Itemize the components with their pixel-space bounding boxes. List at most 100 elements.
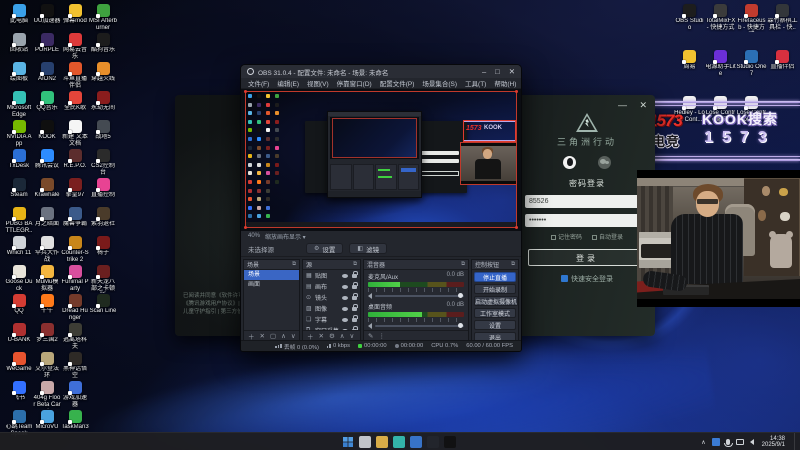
desktop-icon[interactable]: 游戏加速器 — [61, 380, 89, 409]
lock-icon[interactable] — [352, 271, 358, 278]
source-item[interactable]: ❏ 字幕 — [303, 314, 360, 325]
quick-safe-login-link[interactable]: 快速安全登录 — [525, 274, 649, 284]
visibility-eye-icon[interactable] — [342, 328, 348, 330]
visibility-eye-icon[interactable] — [342, 306, 348, 311]
desktop-icon[interactable]: 魔兽争霸 — [61, 206, 89, 235]
desktop-icon[interactable]: 弹幕mod — [61, 3, 89, 32]
password-login-tab[interactable]: 密码登录 — [525, 178, 649, 189]
desktop-icon[interactable]: 逃离塔科夫 — [61, 322, 89, 351]
desktop-icon[interactable]: 全民K歌 — [61, 90, 89, 119]
scene-toolbar-button[interactable]: ＋ — [248, 331, 255, 341]
desktop-icon[interactable]: 艾尔登法环 — [33, 351, 61, 380]
desktop-icon[interactable]: 穿越火线 — [89, 61, 117, 90]
desktop-icon[interactable]: 伞兵大作战 — [33, 235, 61, 264]
menu-item[interactable]: 停靠窗口(D) — [337, 78, 372, 88]
visibility-eye-icon[interactable] — [342, 295, 348, 300]
desktop-icon[interactable]: 梦三国2 — [33, 322, 61, 351]
menu-item[interactable]: 帮助(H) — [494, 78, 516, 88]
menu-item[interactable]: 工具(T) — [465, 78, 486, 88]
remember-password-checkbox[interactable]: 记住密码 — [550, 232, 582, 241]
settings-button[interactable]: 设置 — [474, 320, 516, 330]
desktop-icon[interactable]: Scan Line — [89, 293, 117, 322]
desktop-icon[interactable]: KOOK — [33, 119, 61, 148]
desktop-icon[interactable]: 飞书 — [5, 380, 33, 409]
visibility-eye-icon[interactable] — [342, 317, 348, 322]
launcher-close-button[interactable]: ✕ — [639, 100, 647, 110]
menu-item[interactable]: 视图(V) — [307, 78, 329, 88]
scene-toolbar-button[interactable]: ∨ — [291, 332, 296, 340]
scene-toolbar-button[interactable]: ∧ — [281, 332, 286, 340]
qq-login-icon[interactable] — [563, 156, 576, 169]
mixer-toolbar-button[interactable]: ⋮ — [378, 332, 385, 340]
source-toolbar-button[interactable]: ＋ — [307, 331, 314, 341]
taskbar-icon-explorer[interactable] — [376, 436, 388, 448]
desktop-icon[interactable]: 酷狗音乐 — [89, 32, 117, 61]
selection-handle[interactable] — [244, 226, 247, 229]
stop-streaming-button[interactable]: 停止直播 — [474, 272, 516, 282]
desktop-icon[interactable]: 绘图板 — [5, 61, 33, 90]
tray-obs-icon[interactable] — [711, 438, 720, 446]
desktop-icon[interactable]: 404g Floor Beta Card — [33, 380, 61, 409]
desktop-icon[interactable]: OBS Studio — [674, 3, 705, 49]
desktop-icon[interactable]: Which 11 — [5, 235, 33, 264]
scene-toolbar-button[interactable]: ▢ — [270, 332, 276, 340]
show-desktop-button[interactable] — [794, 433, 796, 450]
desktop-icon[interactable]: TotalMixFX - 快捷方式 — [705, 3, 736, 49]
desktop-icon[interactable]: CS2控制台 — [89, 148, 117, 177]
desktop-icon[interactable]: Microsoft Edge — [5, 90, 33, 119]
source-item[interactable]: ⊙ 镜头 — [303, 292, 360, 303]
desktop-icon[interactable]: 网易云音乐 — [61, 32, 89, 61]
desktop-icon[interactable]: 腾讯会议 — [33, 148, 61, 177]
selection-handle[interactable] — [515, 226, 518, 229]
start-recording-button[interactable]: 开始录制 — [474, 284, 516, 294]
desktop-icon[interactable]: PURPLE — [33, 32, 61, 61]
lock-icon[interactable] — [352, 293, 358, 300]
source-item[interactable]: ▨ 图像 — [303, 303, 360, 314]
dock-popout-icon[interactable]: ⧉ — [511, 261, 515, 268]
source-toolbar-button[interactable]: ∨ — [350, 332, 355, 340]
desktop-icon[interactable]: MuMu模拟器 — [33, 264, 61, 293]
desktop-icon[interactable]: 直播伴侣 — [767, 49, 798, 95]
volume-slider[interactable] — [375, 293, 464, 298]
menu-item[interactable]: 文件(F) — [248, 78, 269, 88]
visibility-eye-icon[interactable] — [342, 273, 348, 278]
desktop-icon[interactable]: 紫羽退社 — [89, 206, 117, 235]
desktop-icon[interactable]: 永劫无间 — [89, 90, 117, 119]
desktop-icon[interactable]: Steam — [5, 177, 33, 206]
desktop-icon[interactable]: 森竹察棋工具栏 - 快.. — [767, 3, 798, 49]
desktop-icon[interactable]: Firefaceusb - 快捷方式 — [736, 3, 767, 49]
desktop-icon[interactable]: 千牛 — [33, 293, 61, 322]
password-input[interactable]: ••••••• — [525, 214, 643, 227]
taskbar-icon-obs[interactable] — [427, 436, 439, 448]
source-toolbar-button[interactable]: ⚙ — [329, 332, 335, 340]
lock-icon[interactable] — [352, 326, 358, 330]
desktop-icon[interactable]: 直播控制 — [89, 177, 117, 206]
speaker-icon[interactable] — [368, 323, 372, 329]
desktop-icon[interactable]: Krawhale — [33, 177, 61, 206]
start-virtual-camera-button[interactable]: 启动虚拟摄像机 — [474, 296, 518, 306]
obs-titlebar[interactable]: OBS 31.0.4 - 配置文件: 未命名 - 场景: 未命名 – □ ✕ — [241, 65, 521, 78]
obs-preview-canvas[interactable]: 1573 KOOK — [241, 89, 521, 231]
tray-volume-icon[interactable] — [749, 439, 754, 445]
taskbar-icon-kook[interactable] — [444, 436, 456, 448]
desktop-icon[interactable]: Dread Hunger — [61, 293, 89, 322]
mixer-toolbar-button[interactable]: ✎ — [368, 332, 373, 340]
desktop-icon[interactable]: 电源助手Lite — [705, 49, 736, 95]
launcher-minimize-button[interactable]: — — [618, 100, 627, 110]
desktop-icon[interactable]: Goose Duck — [5, 264, 33, 293]
dock-popout-icon[interactable]: ⧉ — [292, 261, 296, 268]
dock-popout-icon[interactable]: ⧉ — [353, 261, 357, 268]
desktop-icon[interactable]: MSI Afterburner — [89, 3, 117, 32]
tray-network-icon[interactable] — [735, 439, 744, 445]
obs-close-button[interactable]: ✕ — [509, 67, 515, 76]
desktop-icon[interactable]: WeGame — [5, 351, 33, 380]
desktop-icon[interactable]: 新天龙八部之卡顿版 — [89, 264, 117, 293]
obs-minimize-button[interactable]: – — [482, 67, 486, 76]
source-item[interactable]: ▤ 画布 — [303, 281, 360, 292]
desktop-icon[interactable]: Funimal Party — [61, 264, 89, 293]
source-toolbar-button[interactable]: ✕ — [319, 332, 324, 340]
selection-handle[interactable] — [244, 90, 247, 93]
desktop-icon[interactable]: Studio One 7 — [736, 49, 767, 95]
wechat-login-icon[interactable] — [598, 156, 611, 169]
source-item[interactable]: ⧉ 窗口采集 — [303, 325, 360, 330]
